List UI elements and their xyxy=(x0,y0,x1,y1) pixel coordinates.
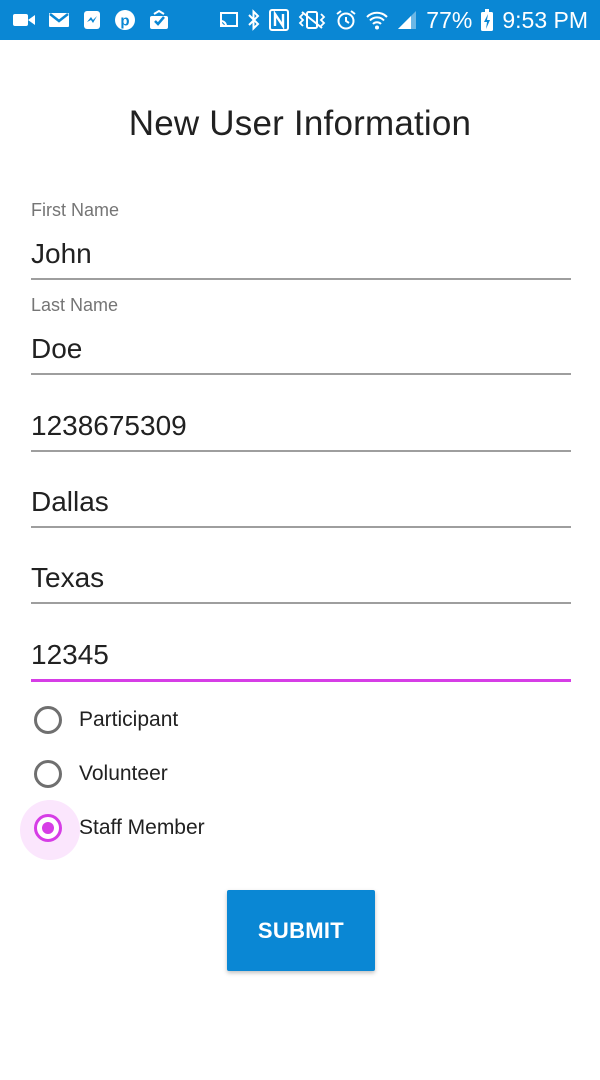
zip-field[interactable]: 12345 xyxy=(31,629,571,684)
notification-icons: p xyxy=(12,8,170,32)
radio-staff-member[interactable]: Staff Member xyxy=(20,800,320,860)
submit-button[interactable]: SUBMIT xyxy=(227,890,375,971)
inbox-icon xyxy=(150,10,168,29)
phone-field[interactable]: 1238675309 xyxy=(31,400,571,454)
video-camera-icon xyxy=(13,14,35,26)
gmail-icon xyxy=(49,13,69,27)
state-value[interactable]: Texas xyxy=(31,562,104,594)
last-name-label: Last Name xyxy=(31,295,119,315)
radio-staff-member-circle[interactable] xyxy=(34,814,62,842)
nfc-icon xyxy=(269,9,290,31)
battery-charging-icon xyxy=(481,9,494,31)
status-bar: p 77% 9:53 PM xyxy=(0,0,600,40)
phone-value[interactable]: 1238675309 xyxy=(31,410,187,442)
radio-selected-dot xyxy=(42,822,54,834)
vibrate-icon xyxy=(299,11,326,29)
radio-staff-member-label[interactable]: Staff Member xyxy=(79,816,205,840)
bluetooth-icon xyxy=(248,9,260,31)
last-name-field[interactable]: Last Name Doe xyxy=(31,293,571,377)
first-name-field[interactable]: First Name John xyxy=(31,198,571,282)
state-underline xyxy=(31,602,571,604)
first-name-underline xyxy=(31,278,571,280)
signal-icon xyxy=(398,11,417,29)
first-name-label: First Name xyxy=(31,200,120,220)
svg-text:p: p xyxy=(120,13,129,30)
radio-participant-circle[interactable] xyxy=(34,706,62,734)
zip-value[interactable]: 12345 xyxy=(31,639,109,671)
state-field[interactable]: Texas xyxy=(31,552,571,606)
page-title: New User Information xyxy=(128,104,472,143)
clock: 9:53 PM xyxy=(502,7,588,33)
last-name-underline xyxy=(31,373,571,375)
last-name-value[interactable]: Doe xyxy=(31,333,82,365)
messenger-icon xyxy=(84,11,100,29)
first-name-value[interactable]: John xyxy=(31,238,92,270)
radio-participant[interactable]: Participant xyxy=(20,692,320,752)
radio-volunteer-label[interactable]: Volunteer xyxy=(79,762,168,786)
city-value[interactable]: Dallas xyxy=(31,486,109,518)
radio-volunteer-circle[interactable] xyxy=(34,760,62,788)
battery-percent: 77% xyxy=(426,7,473,33)
pinterest-icon: p xyxy=(115,10,135,30)
radio-volunteer[interactable]: Volunteer xyxy=(20,746,320,806)
radio-participant-label[interactable]: Participant xyxy=(79,708,178,732)
city-field[interactable]: Dallas xyxy=(31,476,571,530)
city-underline xyxy=(31,526,571,528)
zip-underline-focused xyxy=(31,679,571,682)
cast-icon xyxy=(220,12,239,27)
alarm-icon xyxy=(336,10,356,30)
system-icons: 77% 9:53 PM xyxy=(219,0,588,40)
wifi-icon xyxy=(366,11,389,30)
phone-underline xyxy=(31,450,571,452)
